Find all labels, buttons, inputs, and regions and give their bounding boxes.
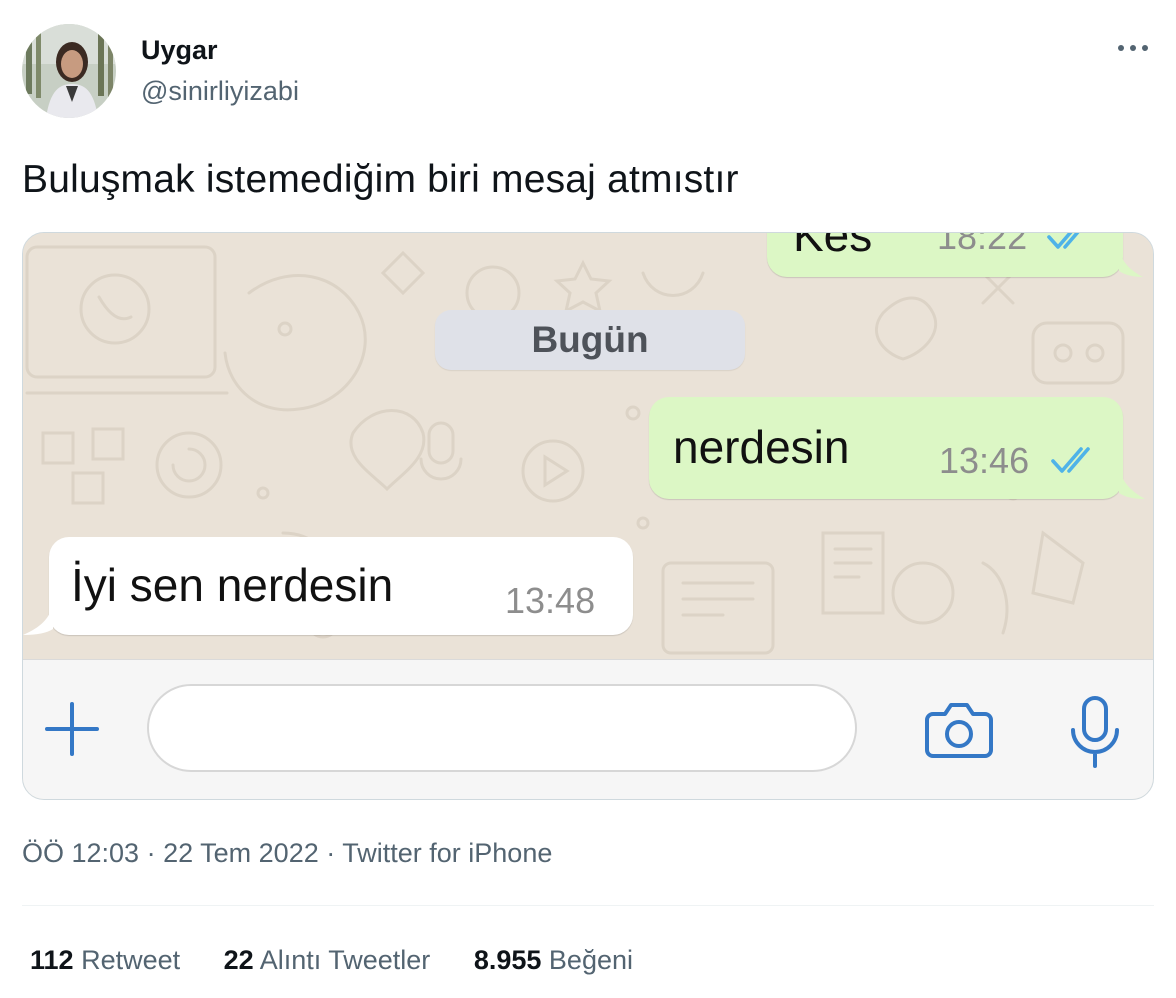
meta-separator: · <box>326 838 336 868</box>
bubble-tail-outgoing <box>1119 469 1145 499</box>
message-bubble-outgoing[interactable]: nerdesin 13:46 <box>649 397 1123 499</box>
quotes-stat[interactable]: 22 Alıntı Tweetler <box>224 942 431 978</box>
tweet-source[interactable]: Twitter for iPhone <box>342 838 552 868</box>
tweet-date[interactable]: 22 Tem 2022 <box>163 838 319 868</box>
message-time: 13:48 <box>505 580 596 621</box>
message-text: nerdesin <box>673 421 850 473</box>
message-composer <box>23 659 1153 799</box>
microphone-icon[interactable] <box>1067 694 1123 770</box>
double-check-icon <box>1051 447 1090 473</box>
quote-label: Alıntı Tweetler <box>259 945 431 975</box>
retweet-label: Retweet <box>81 945 181 975</box>
author-display-name[interactable]: Uygar <box>141 34 218 66</box>
tweet-stats: 112 Retweet 22 Alıntı Tweetler 8.955 Beğ… <box>30 942 669 978</box>
meta-separator: · <box>146 838 156 868</box>
like-label: Beğeni <box>548 945 633 975</box>
message-time: 13:46 <box>939 440 1030 481</box>
tweet-text: Buluşmak istemediğim biri mesaj atmıstır <box>22 158 739 201</box>
retweet-count: 112 <box>30 945 74 975</box>
message-input[interactable] <box>147 684 857 772</box>
date-separator: Bugün <box>435 310 745 370</box>
partial-message-time: 18:22 <box>937 232 1028 257</box>
author-avatar[interactable] <box>22 24 116 118</box>
avatar-photo <box>22 24 116 118</box>
double-check-icon <box>1047 233 1080 249</box>
retweets-stat[interactable]: 112 Retweet <box>30 942 180 978</box>
message-bubble-incoming[interactable]: İyi sen nerdesin 13:48 <box>49 537 633 635</box>
bubble-tail-outgoing <box>1119 251 1143 277</box>
plus-icon[interactable] <box>41 698 103 760</box>
divider <box>22 905 1154 906</box>
quote-count: 22 <box>223 945 254 975</box>
tweet-media-image[interactable]: Kes 18:22 Bugün nerdesin 13:46 İyi sen n… <box>22 232 1154 800</box>
like-count: 8.955 <box>473 945 542 975</box>
author-handle[interactable]: @sinirliyizabi <box>141 74 299 108</box>
message-text: İyi sen nerdesin <box>71 559 394 611</box>
likes-stat[interactable]: 8.955 Beğeni <box>474 942 633 978</box>
partial-message-text: Kes <box>793 232 873 261</box>
more-horizontal-icon[interactable] <box>1116 38 1150 58</box>
bubble-tail-incoming <box>23 605 53 635</box>
camera-icon[interactable] <box>923 698 995 760</box>
message-bubble-outgoing-partial[interactable]: Kes 18:22 <box>767 232 1123 277</box>
tweet-time[interactable]: ÖÖ 12:03 <box>22 838 139 868</box>
tweet-metadata: ÖÖ 12:03 · 22 Tem 2022 · Twitter for iPh… <box>22 836 552 870</box>
